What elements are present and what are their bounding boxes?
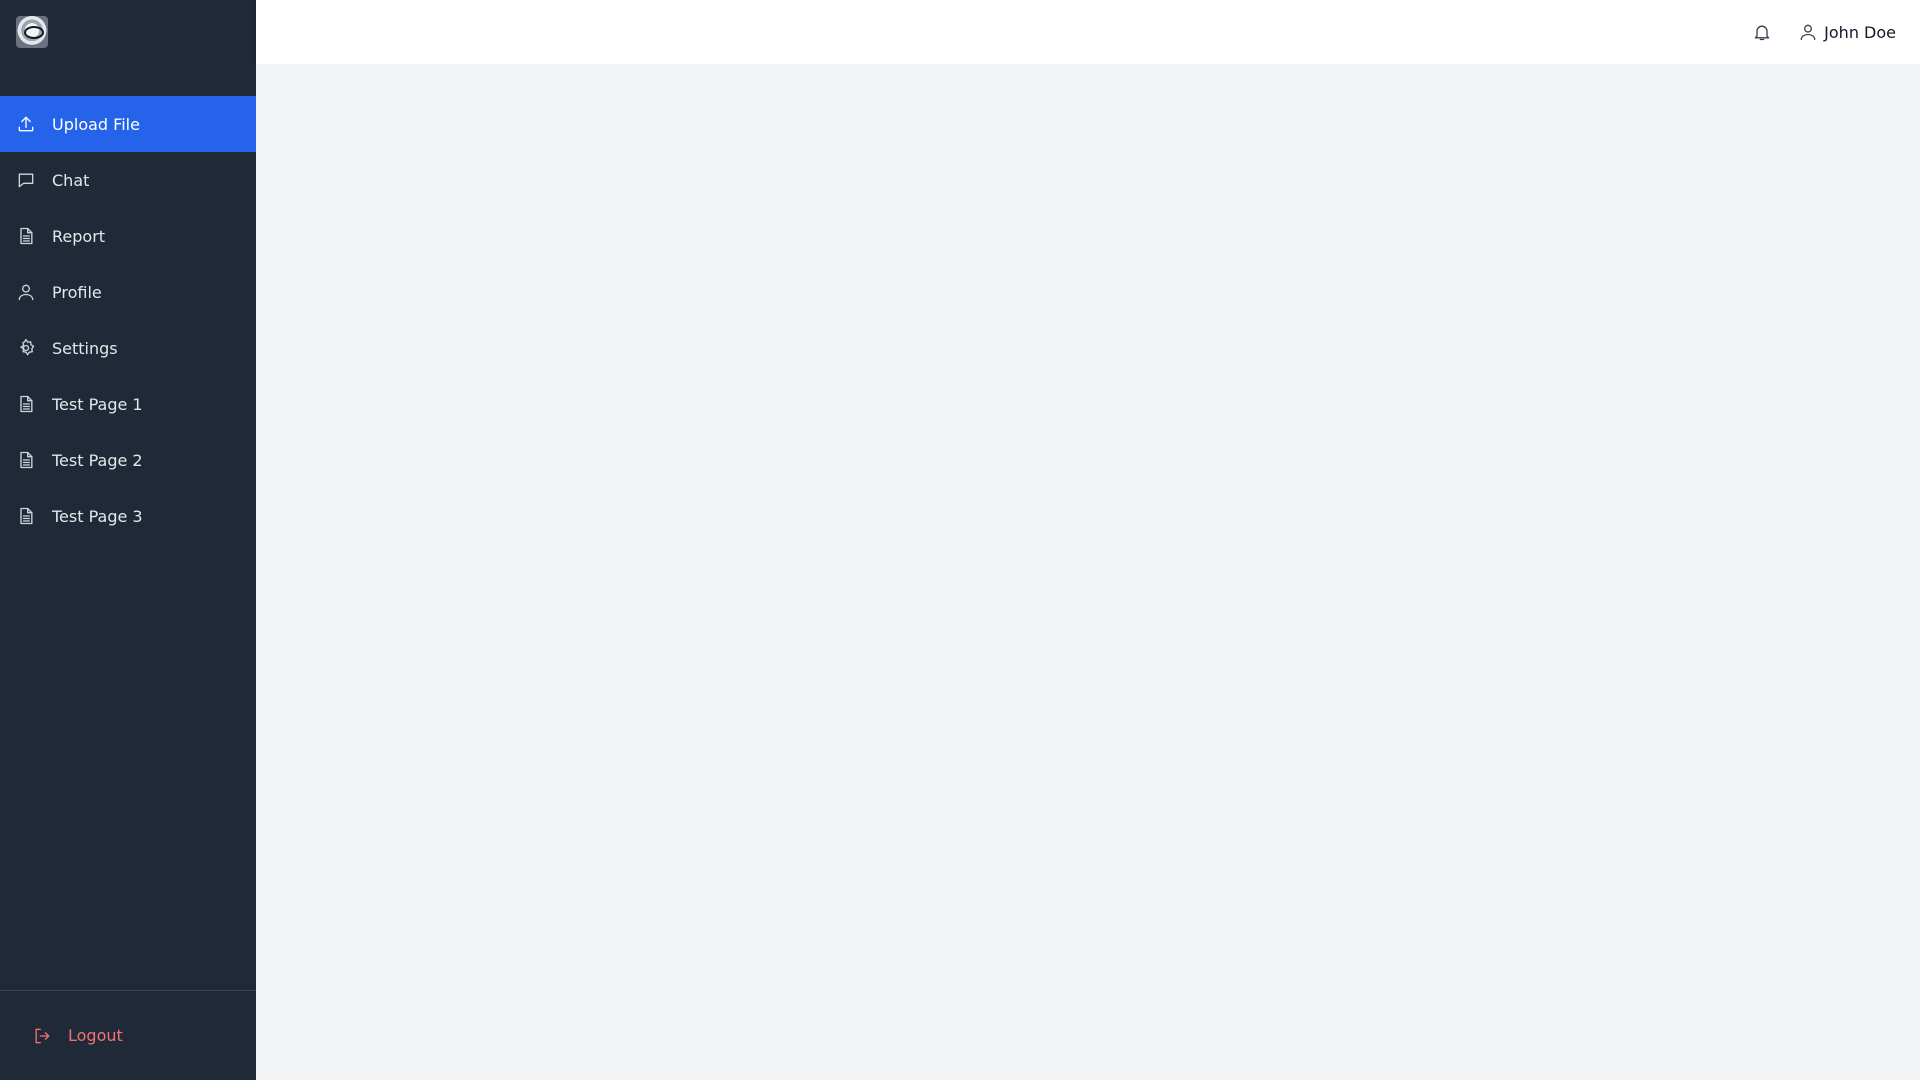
sidebar-item-chat[interactable]: Chat: [0, 152, 256, 208]
sidebar-item-upload-file[interactable]: Upload File: [0, 96, 256, 152]
sidebar-item-test-page-3[interactable]: Test Page 3: [0, 488, 256, 544]
user-menu[interactable]: John Doe: [1798, 22, 1896, 42]
sidebar-header: [0, 0, 256, 64]
logout-label: Logout: [68, 1026, 123, 1045]
sidebar-item-label: Upload File: [52, 114, 140, 134]
user-name: John Doe: [1824, 22, 1896, 42]
sidebar-item-test-page-1[interactable]: Test Page 1: [0, 376, 256, 432]
sidebar-item-profile[interactable]: Profile: [0, 264, 256, 320]
document-icon: [16, 226, 36, 246]
sidebar-nav: Upload File Chat Report Profile Settings…: [0, 96, 256, 544]
app-logo-icon[interactable]: [16, 16, 48, 48]
logout-icon: [32, 1026, 52, 1046]
document-icon: [16, 394, 36, 414]
document-icon: [16, 506, 36, 526]
sidebar-item-test-page-2[interactable]: Test Page 2: [0, 432, 256, 488]
sidebar-item-label: Test Page 1: [52, 394, 143, 414]
document-icon: [16, 450, 36, 470]
logout-button[interactable]: Logout: [32, 1026, 123, 1046]
user-icon: [16, 282, 36, 302]
user-icon: [1798, 22, 1818, 42]
sidebar-item-label: Settings: [52, 338, 118, 358]
sidebar-footer: Logout: [0, 990, 256, 1080]
sidebar-item-label: Chat: [52, 170, 90, 190]
sidebar-item-label: Report: [52, 226, 106, 246]
content-area: [256, 64, 1920, 1080]
main-area: John Doe: [256, 0, 1920, 1080]
top-bar: John Doe: [256, 0, 1920, 64]
sidebar-item-label: Test Page 3: [52, 506, 143, 526]
sidebar-item-settings[interactable]: Settings: [0, 320, 256, 376]
gear-icon: [16, 338, 36, 358]
chat-icon: [16, 170, 36, 190]
sidebar-item-label: Test Page 2: [52, 450, 143, 470]
sidebar: Upload File Chat Report Profile Settings…: [0, 0, 256, 1080]
app-shell: Upload File Chat Report Profile Settings…: [0, 0, 1920, 1080]
sidebar-item-report[interactable]: Report: [0, 208, 256, 264]
bell-icon[interactable]: [1750, 20, 1774, 44]
upload-icon: [16, 114, 36, 134]
sidebar-item-label: Profile: [52, 282, 102, 302]
